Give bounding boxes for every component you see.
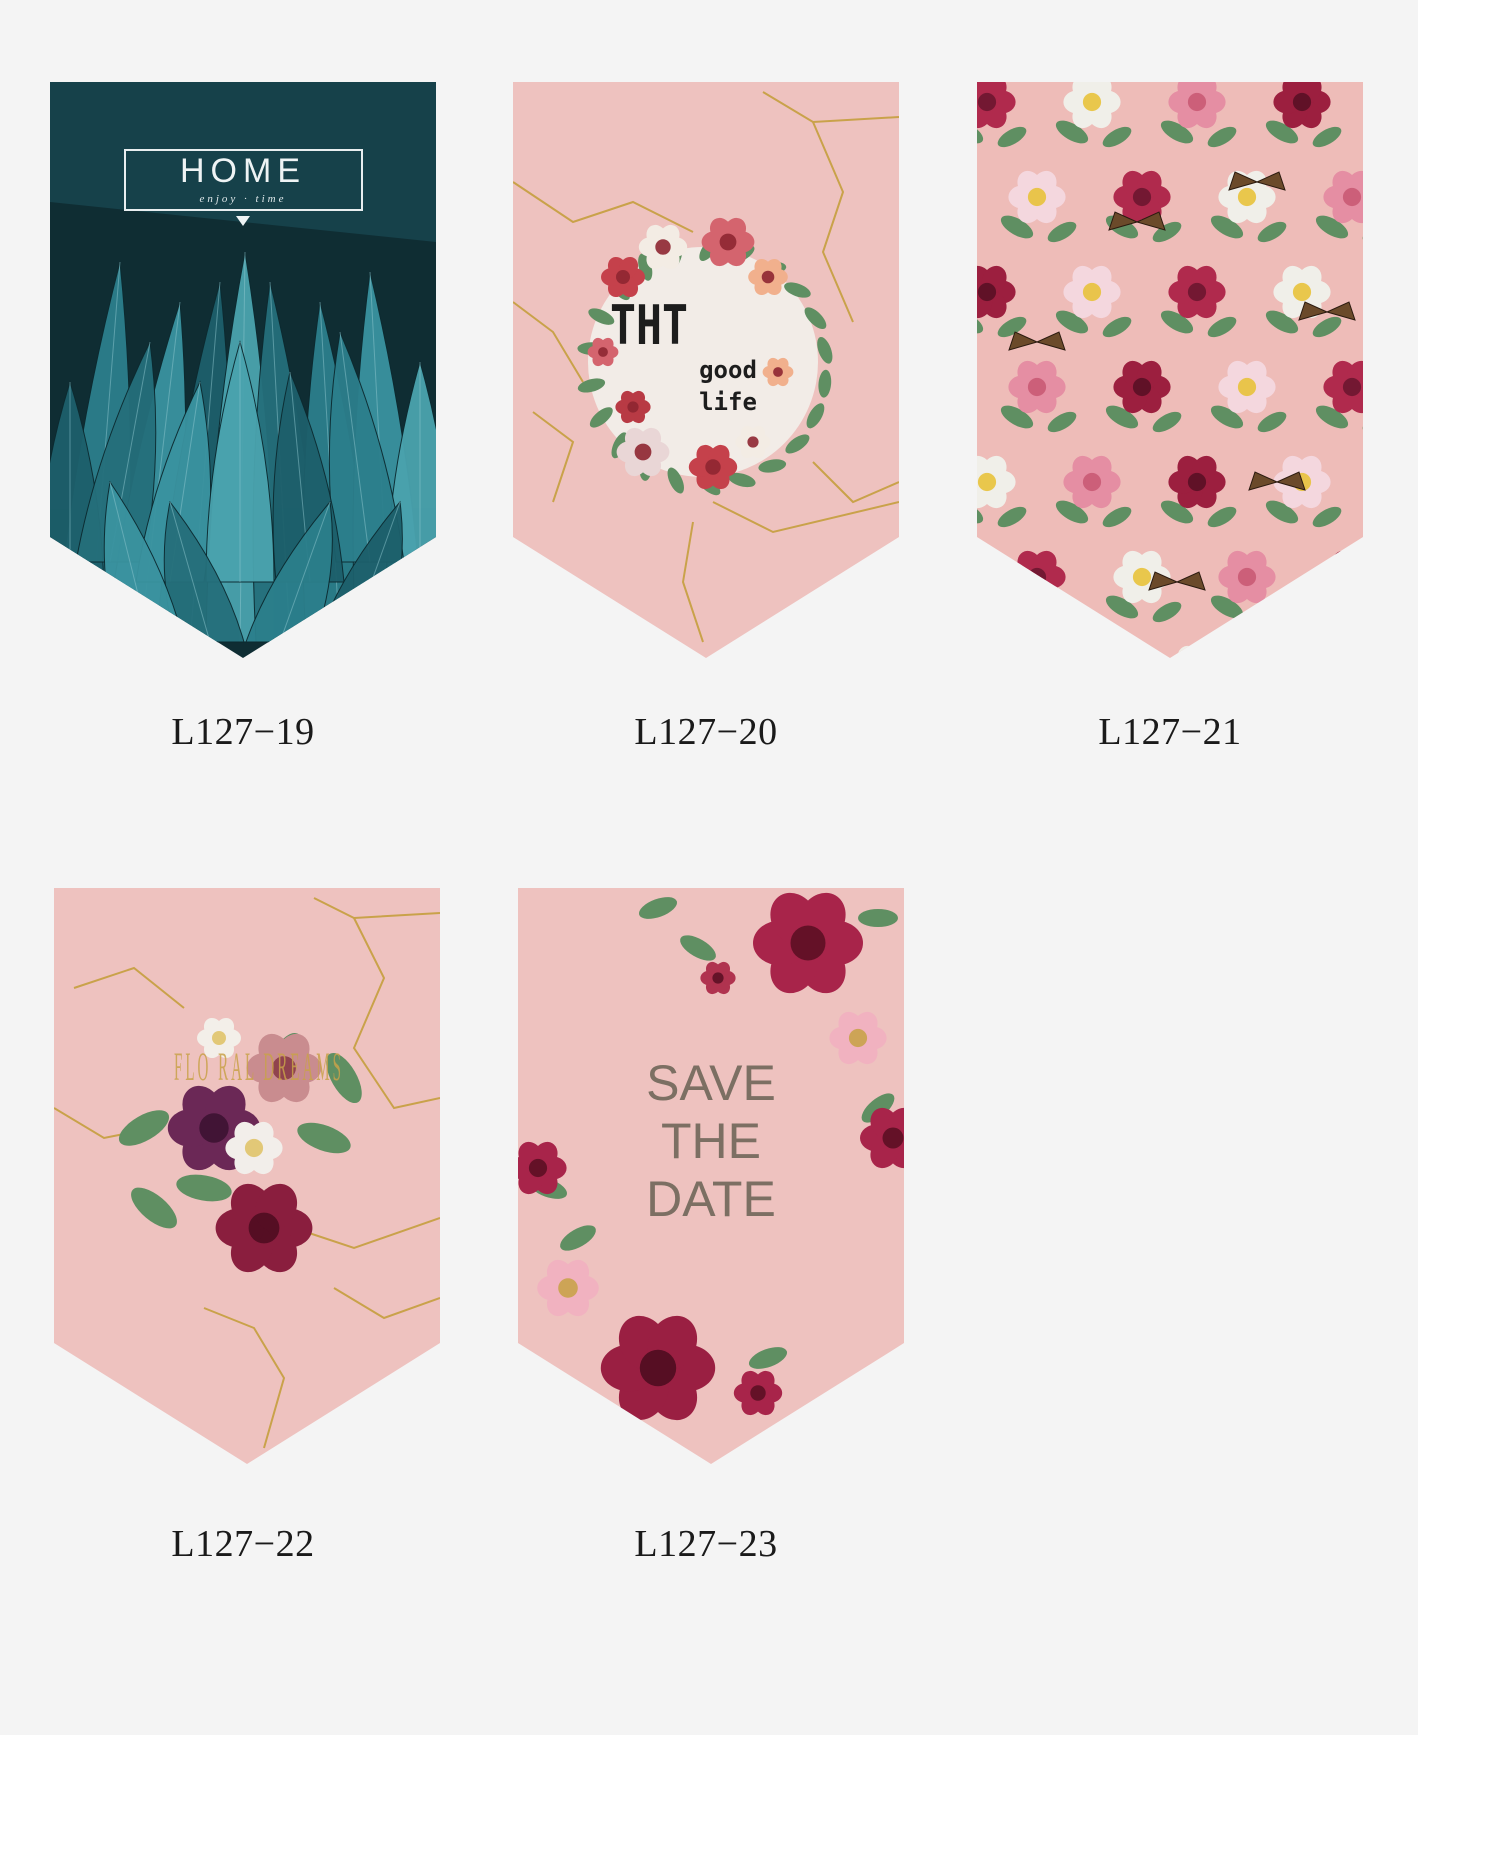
- marble-wreath-artwork: THT good life: [513, 82, 899, 658]
- save-text: SAVE: [646, 1055, 776, 1111]
- date-text: DATE: [646, 1171, 776, 1227]
- floral-dreams-overlay: FLO RAL DREAMS: [174, 1044, 344, 1089]
- floral-dreams-text: FLO RAL DREAMS: [174, 1044, 344, 1089]
- save-the-date-artwork: SAVE THE DATE: [518, 888, 904, 1464]
- good-text: good: [699, 356, 757, 384]
- banner-code: L127−19: [171, 711, 315, 753]
- banner-l127-20[interactable]: THT good life: [513, 82, 899, 658]
- banner-l127-23[interactable]: SAVE THE DATE: [518, 888, 904, 1464]
- banner-code: L127−23: [634, 1523, 778, 1565]
- banner-code: L127−22: [171, 1523, 315, 1565]
- banner-l127-22[interactable]: FLO RAL DREAMS: [54, 888, 440, 1464]
- succulent-artwork: HOME enjoy · time: [50, 82, 436, 658]
- banner-l127-21[interactable]: [977, 82, 1363, 658]
- banner-code: L127−20: [634, 711, 778, 753]
- banner-l127-19[interactable]: HOME enjoy · time: [50, 82, 436, 658]
- life-text: life: [699, 388, 757, 416]
- banner-code: L127−21: [1098, 711, 1242, 753]
- floral-pattern-artwork: [977, 82, 1363, 658]
- home-subtext: enjoy · time: [199, 193, 286, 205]
- tht-text: THT: [610, 294, 688, 357]
- the-text: THE: [661, 1113, 761, 1169]
- floral-dreams-artwork: FLO RAL DREAMS: [54, 888, 440, 1464]
- catalog-panel: HOME enjoy · time L127−19 THT good life: [0, 0, 1418, 1735]
- home-text: HOME: [180, 152, 306, 190]
